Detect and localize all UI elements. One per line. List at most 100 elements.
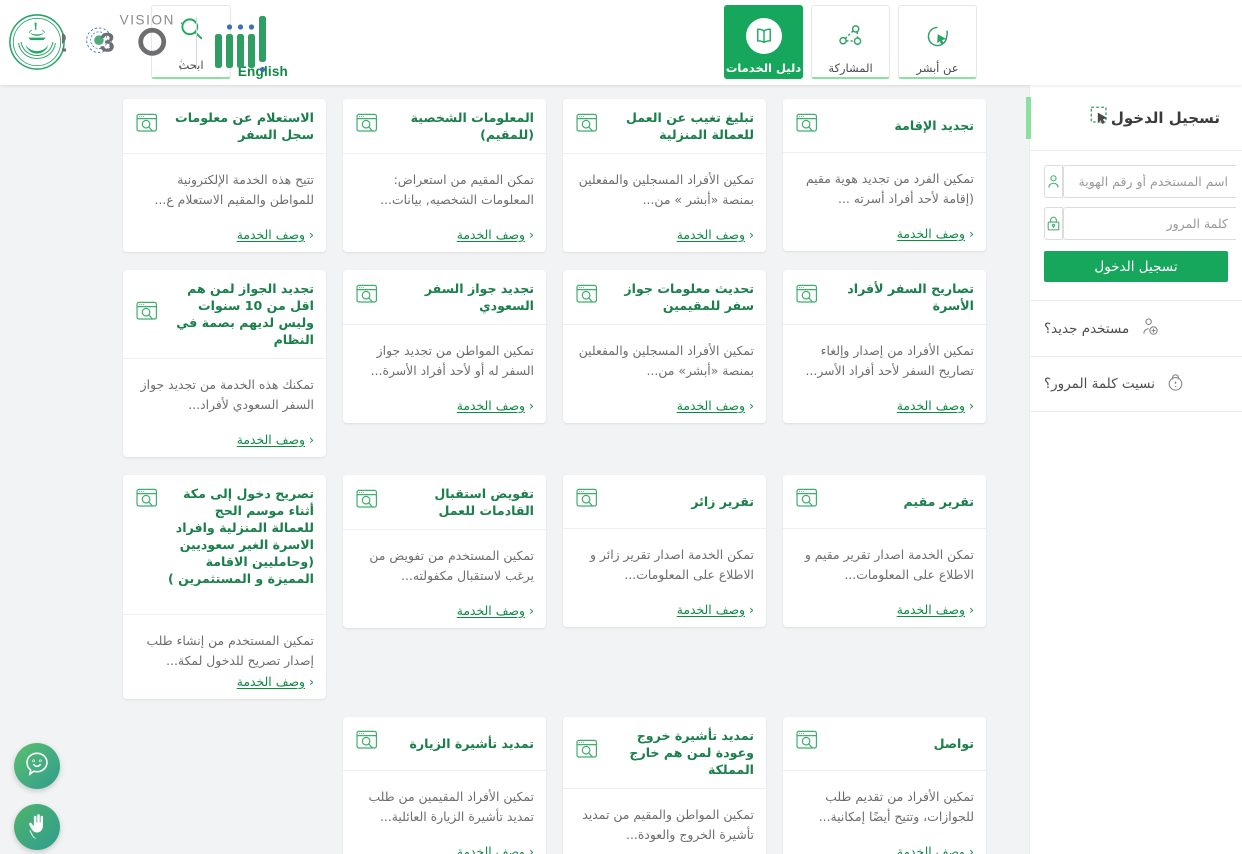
chevron-left-icon: ›	[969, 225, 974, 241]
service-card-title: تجديد جواز السفر السعودي	[424, 280, 534, 313]
services-row: تمديد تأشيرة الزيارة تمكين الأفراد المقيم…	[123, 716, 1013, 854]
service-card[interactable]: تحديث معلومات جواز سفر للمقيمين تمكين الأ…	[563, 269, 766, 423]
service-card-description: تمكين الأفراد من تقديم طلب للجوازات، وتت…	[818, 788, 974, 825]
absher-logo-icon	[211, 8, 273, 78]
service-card[interactable]: تصاريح السفر لأفراد الأسرة تمكين الأفراد …	[783, 269, 986, 423]
service-description-link[interactable]: ›وصف الخدمة	[795, 844, 974, 854]
sign-language-hands-icon	[23, 811, 52, 844]
service-description-link[interactable]: ›وصف الخدمة	[355, 227, 534, 242]
service-description-link[interactable]: ›وصف الخدمة	[135, 227, 314, 242]
chevron-left-icon: ›	[529, 843, 534, 854]
service-card[interactable]: تواصل تمكين الأفراد من تقديم طلب للجوازات…	[783, 716, 986, 854]
window-search-icon	[795, 283, 819, 311]
cursor-select-icon	[1089, 105, 1111, 131]
forgot-password-label: نسيت كلمة المرور؟	[1044, 376, 1155, 392]
service-description-link[interactable]: ›وصف الخدمة	[795, 602, 974, 617]
window-search-icon	[355, 283, 379, 311]
forgot-password-link[interactable]: نسيت كلمة المرور؟	[1030, 356, 1242, 412]
svg-text:3: 3	[100, 27, 115, 57]
service-description-link[interactable]: ›وصف الخدمة	[575, 602, 754, 617]
service-card[interactable]: تقرير زائر تمكن الخدمة اصدار تقرير زائر و…	[563, 474, 766, 627]
service-card-body: تمكين الأفراد المسجلين والمفعلين بمنصة «…	[563, 325, 766, 423]
service-description-link-label: وصف الخدمة	[456, 843, 526, 854]
service-description-link[interactable]: ›وصف الخدمة	[355, 603, 534, 618]
service-card[interactable]: تجديد جواز السفر السعودي تمكين المواطن من…	[343, 269, 546, 423]
service-card-header: تجديد الجواز لمن هم اقل من 10 سنوات وليس…	[123, 270, 326, 359]
services-grid-area[interactable]: الاستعلام عن معلومات سجل السفر تتيح هذه ا…	[0, 85, 1029, 854]
nav-label-services-guide: دليل الخدمات	[725, 61, 802, 75]
service-card[interactable]: المعلومات الشخصية (للمقيم) تمكن المقيم من…	[343, 99, 546, 252]
service-description-link-label: وصف الخدمة	[896, 397, 966, 413]
service-description-link-label: وصف الخدمة	[456, 397, 526, 413]
service-card-title: تقرير مقيم	[903, 493, 974, 509]
login-title: تسجيل الدخول	[1110, 108, 1220, 127]
service-description-link[interactable]: ›وصف الخدمة	[355, 398, 534, 413]
service-description-link-label: وصف الخدمة	[236, 673, 306, 689]
service-card-body: تمكين الأفراد من تقديم طلب للجوازات، وتت…	[783, 771, 986, 854]
brand-logos: VISION رؤيــــة 2 3 المملكة العربية السع…	[52, 8, 278, 78]
service-card-title: تواصل	[933, 735, 974, 751]
window-search-icon	[795, 487, 819, 515]
service-card-title: تقرير زائر	[691, 493, 754, 509]
service-card[interactable]: تجديد الإقامة تمكين الفرد من تجديد هوية م…	[783, 99, 986, 251]
chevron-left-icon: ›	[749, 397, 754, 413]
service-description-link[interactable]: ›وصف الخدمة	[575, 227, 754, 242]
chevron-left-icon: ›	[309, 673, 314, 689]
username-input[interactable]	[1063, 165, 1236, 198]
nav-tile-participation[interactable]: المشاركة	[811, 5, 890, 79]
sign-language-fab[interactable]	[14, 804, 60, 850]
service-card[interactable]: الاستعلام عن معلومات سجل السفر تتيح هذه ا…	[123, 99, 326, 252]
window-search-icon	[135, 112, 159, 140]
chevron-left-icon: ›	[309, 431, 314, 447]
service-card-header: تجديد الإقامة	[783, 99, 986, 153]
service-description-link[interactable]: ›وصف الخدمة	[795, 226, 974, 241]
service-card[interactable]: تبليغ تغيب عن العمل للعمالة المنزلية تمكي…	[563, 99, 766, 252]
password-input[interactable]	[1063, 207, 1236, 240]
nav-tile-about-absher[interactable]: عن أبشر	[898, 5, 977, 79]
service-card-title: تفويض استقبال القادمات للعمل	[434, 485, 534, 518]
service-card[interactable]: تقرير مقيم تمكن الخدمة اصدار تقرير مقيم و…	[783, 474, 986, 627]
service-description-link[interactable]: ›وصف الخدمة	[355, 844, 534, 854]
service-description-link[interactable]: ›وصف الخدمة	[135, 674, 314, 689]
service-description-link[interactable]: ›وصف الخدمة	[135, 432, 314, 447]
service-card-title: الاستعلام عن معلومات سجل السفر	[175, 110, 314, 142]
service-card[interactable]: تفويض استقبال القادمات للعمل تمكين المستخ…	[343, 474, 546, 628]
username-field-row	[1044, 165, 1236, 198]
window-search-icon	[135, 300, 159, 328]
service-card-description: تمكين المواطن والمقيم من تمديد تأشيرة ال…	[582, 806, 754, 843]
chevron-left-icon: ›	[749, 601, 754, 617]
service-card-header: الاستعلام عن معلومات سجل السفر	[123, 99, 326, 154]
chevron-left-icon: ›	[529, 397, 534, 413]
login-submit-button[interactable]: تسجيل الدخول	[1044, 251, 1228, 282]
window-search-icon	[575, 738, 599, 766]
chevron-left-icon: ›	[969, 601, 974, 617]
svg-text:VISION: VISION	[120, 12, 175, 27]
service-card-body: تتيح هذه الخدمة الإلكترونية للمواطن والم…	[123, 154, 326, 252]
nav-tile-services-guide[interactable]: دليل الخدمات	[724, 5, 803, 79]
service-card-title: تمديد تأشيرة خروج وعودة لمن هم خارج المم…	[629, 727, 754, 777]
window-search-icon	[575, 487, 599, 515]
new-user-link[interactable]: مستخدم جديد؟	[1030, 300, 1242, 356]
service-card-header: تمديد تأشيرة خروج وعودة لمن هم خارج المم…	[563, 717, 766, 789]
service-card-title: تمديد تأشيرة الزيارة	[409, 735, 535, 751]
service-card[interactable]: تصريح دخول إلى مكة أثناء موسم الحج للعما…	[123, 474, 326, 699]
service-description-link-label: وصف الخدمة	[896, 843, 966, 854]
service-description-link-label: وصف الخدمة	[896, 225, 966, 241]
service-card[interactable]: تمديد تأشيرة خروج وعودة لمن هم خارج المم…	[563, 716, 766, 854]
header-nav: دليل الخدمات المشاركة عن أبشر	[724, 5, 977, 79]
service-card-description: تمكن المقيم من استعراض: المعلومات الشخصي…	[380, 172, 534, 208]
service-description-link-label: وصف الخدمة	[676, 226, 746, 242]
service-card-header: تفويض استقبال القادمات للعمل	[343, 475, 546, 530]
services-row: تصريح دخول إلى مكة أثناء موسم الحج للعما…	[123, 474, 1013, 699]
service-description-link[interactable]: ›وصف الخدمة	[575, 398, 754, 413]
nav-label-participation: المشاركة	[828, 61, 873, 75]
service-card-header: تصريح دخول إلى مكة أثناء موسم الحج للعما…	[123, 475, 326, 615]
service-card-body: تمكين الأفراد المقيمين من طلب تمديد تأشي…	[343, 771, 546, 854]
password-field-row	[1044, 207, 1236, 240]
service-card[interactable]: تجديد الجواز لمن هم اقل من 10 سنوات وليس…	[123, 269, 326, 457]
service-card-description: تمكين المستخدم من إنشاء طلب إصدار تصريح …	[146, 632, 314, 669]
service-card-header: تبليغ تغيب عن العمل للعمالة المنزلية	[563, 99, 766, 154]
service-description-link[interactable]: ›وصف الخدمة	[795, 398, 974, 413]
chat-assistant-fab[interactable]	[14, 743, 60, 789]
service-card[interactable]: تمديد تأشيرة الزيارة تمكين الأفراد المقيم…	[343, 716, 546, 854]
